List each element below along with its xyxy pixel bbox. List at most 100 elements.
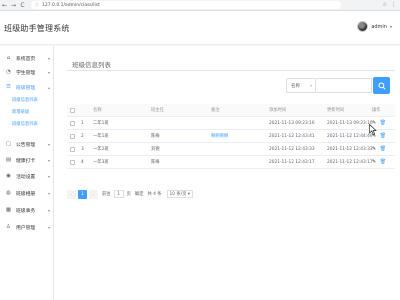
back-icon[interactable]: ← (0, 0, 9, 11)
sidebar-item-label: 班级管理 (16, 85, 36, 91)
edit-icon[interactable]: ✎ (372, 146, 376, 152)
main-content: 班级信息列表 名称 ▾ 名称 班主任 备注 添加时间 更新时间 操作 1 二年1… (55, 46, 400, 300)
chevron-down-icon[interactable]: ▾ (390, 24, 392, 29)
table-row: 3 一年2班 刘德 2021-11-12 12:43:33 2021-11-12… (67, 143, 395, 156)
next-page-button[interactable]: › (89, 189, 98, 199)
column-header-updated: 更新时间 (327, 108, 345, 113)
divider (67, 70, 395, 71)
sidebar-item-class-album[interactable]: ◍ 班级相册 ▾ (0, 186, 54, 200)
sidebar-item-label: 公告管理 (16, 142, 36, 148)
delete-icon[interactable]: 🗑 (380, 146, 386, 152)
created-time: 2021-11-12 12:43:17 (269, 160, 315, 165)
sidebar-item-class-affairs[interactable]: ▦ 班级事务 ▾ (0, 203, 54, 217)
goto-page-input[interactable]: 1 (113, 190, 124, 198)
search-input[interactable] (316, 78, 372, 93)
edit-icon[interactable]: ✎ (372, 159, 376, 165)
user-icon: ♙ (6, 224, 11, 230)
chevron-down-icon: ▾ (310, 83, 312, 88)
delete-icon[interactable]: 🗑 (380, 159, 386, 165)
address-bar[interactable]: ⓘ 127.0.0.1/admin/class/list (31, 1, 341, 9)
home-icon: ⌂ (6, 55, 11, 61)
activity-icon: ◉ (6, 173, 11, 179)
sidebar-subitem-class-list-2[interactable]: 班级信息列表 (12, 121, 38, 129)
sidebar-item-label: 班级相册 (16, 191, 36, 197)
delete-icon[interactable]: 🗑 (380, 120, 386, 126)
sidebar-item-users[interactable]: ♙ 用户管理 ▾ (0, 220, 54, 234)
chevron-up-icon: ▴ (47, 84, 50, 90)
updated-time: 2021-11-12 12:44:49 (327, 134, 373, 139)
chevron-down-icon: ▾ (47, 207, 50, 213)
app-header: 班级助手管理系统 admin ▾ (0, 11, 400, 45)
info-icon: ⓘ (35, 2, 39, 7)
forward-icon[interactable]: → (9, 0, 18, 11)
affairs-icon: ▦ (5, 207, 12, 213)
row-checkbox[interactable] (70, 160, 75, 165)
teacher-name: 陈梅 (151, 160, 160, 165)
updated-time: 2021-11-12 12:43:17 (327, 160, 373, 165)
updated-time: 2021-11-12 12:43:33 (327, 147, 373, 152)
class-name: 二年1班 (93, 121, 109, 126)
sidebar-item-students[interactable]: ◔ 学生管理 ▾ (0, 65, 54, 79)
sidebar-item-classes[interactable]: ☰ 班级管理 ▴ (0, 80, 54, 94)
sidebar-item-label: 用户管理 (16, 225, 36, 231)
class-name: 一年3班 (93, 160, 109, 165)
confirm-button[interactable]: 确定 (135, 191, 144, 197)
sidebar-item-label: 学生管理 (16, 70, 36, 76)
note-link[interactable]: 啊啊啊啊 (211, 130, 228, 143)
page-title: 班级信息列表 (72, 61, 111, 69)
chevron-down-icon: ▾ (47, 190, 50, 196)
sidebar-item-activity-settings[interactable]: ◉ 活动设置 ▾ (0, 169, 54, 183)
row-index: 2 (81, 134, 84, 139)
sidebar-item-home[interactable]: ⌂ 系统首页 ▾ (0, 51, 54, 65)
search-field-select[interactable]: 名称 ▾ (286, 78, 316, 93)
user-menu[interactable]: admin ▾ (357, 21, 392, 32)
row-checkbox[interactable] (70, 147, 75, 152)
row-index: 4 (81, 160, 84, 165)
total-count: 共 4 条 (147, 192, 162, 197)
table-row: 4 一年3班 陈梅 2021-11-12 12:43:17 2021-11-12… (67, 156, 395, 169)
row-checkbox[interactable] (70, 121, 75, 126)
search-button[interactable] (373, 77, 390, 94)
class-name: 一年2班 (93, 147, 109, 152)
sidebar-item-label: 班级事务 (16, 208, 36, 214)
app-title: 班级助手管理系统 (4, 24, 70, 33)
sidebar-item-health-checkin[interactable]: ▤ 健康打卡 ▾ (0, 153, 54, 167)
album-icon: ◍ (6, 190, 11, 196)
created-time: 2021-11-12 12:43:33 (269, 147, 315, 152)
sidebar-subitem-class-list[interactable]: 班级信息列表 (12, 97, 38, 105)
avatar[interactable] (357, 21, 369, 32)
sidebar-item-label: 活动设置 (16, 174, 36, 180)
select-all-checkbox[interactable] (70, 108, 75, 113)
table-row: 2 一年1班 陈梅 啊啊啊啊 2021-11-12 12:43:41 2021-… (67, 130, 395, 143)
page-number-current[interactable]: 1 (78, 189, 87, 199)
browser-toolbar: ← → C ⓘ 127.0.0.1/admin/class/list ☆ ⋮ (0, 0, 400, 11)
column-header-name: 名称 (93, 108, 102, 113)
prev-page-button[interactable]: ‹ (67, 189, 76, 199)
page-unit-label: 页 (126, 192, 131, 197)
reload-icon[interactable]: C (18, 0, 27, 11)
row-actions: ✎ 🗑 (372, 143, 386, 156)
sidebar-item-label: 健康打卡 (16, 158, 36, 164)
user-name[interactable]: admin (371, 24, 387, 30)
delete-icon[interactable]: 🗑 (380, 133, 386, 139)
student-icon: ◔ (6, 69, 11, 75)
row-index: 1 (81, 121, 84, 126)
chevron-down-icon: ▾ (47, 55, 50, 61)
teacher-name: 陈梅 (151, 134, 160, 139)
page-size-select[interactable]: 10 条/页 ▾ (166, 190, 193, 198)
column-header-created: 添加时间 (269, 108, 287, 113)
chevron-down-icon: ▾ (47, 141, 50, 147)
select-value: 名称 (291, 83, 300, 89)
updated-time: 2021-11-13 09:23:16 (327, 121, 373, 126)
search-icon (377, 81, 386, 90)
sidebar-item-announcements[interactable]: ▢ 公告管理 ▾ (0, 137, 54, 151)
sidebar-subitem-add-class[interactable]: 新增班级 (12, 109, 29, 117)
chevron-down-icon: ▾ (47, 157, 50, 163)
class-name: 一年1班 (93, 134, 109, 139)
row-checkbox[interactable] (70, 134, 75, 139)
browser-menu-icon[interactable]: ⋮ (391, 0, 396, 11)
chevron-down-icon: ▾ (47, 69, 50, 75)
bookmark-star-icon[interactable]: ☆ (383, 0, 387, 11)
column-header-note: 备注 (211, 108, 220, 113)
created-time: 2021-11-13 09:23:16 (269, 121, 315, 126)
